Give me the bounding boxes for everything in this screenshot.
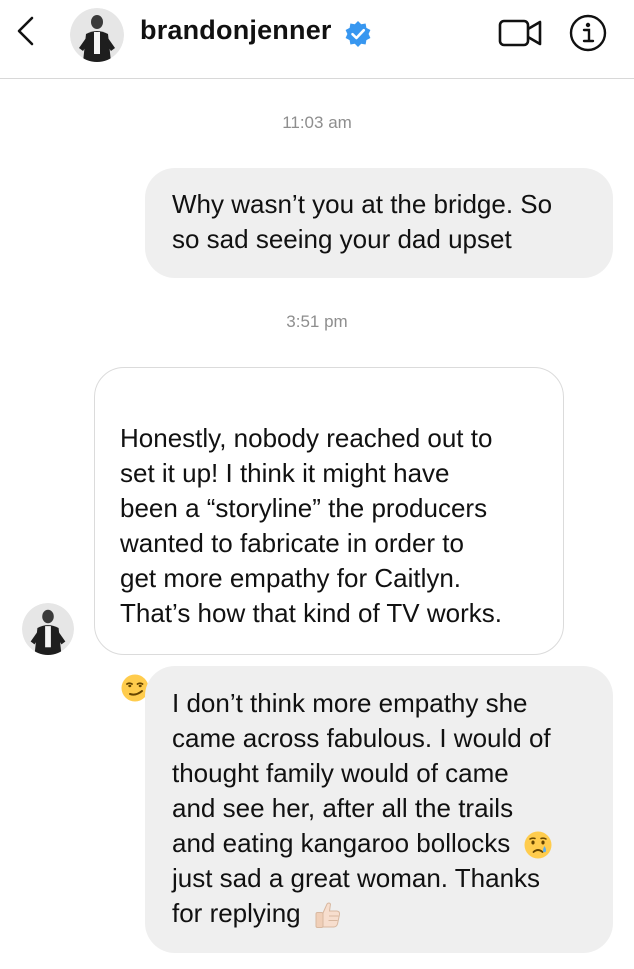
avatar-photo — [22, 603, 74, 655]
back-button[interactable] — [10, 14, 44, 48]
received-message-text: Honestly, nobody reached out to set it u… — [120, 423, 502, 628]
message-line: and eating kangaroo bollocks — [172, 828, 511, 858]
message-line-with-emoji: for replying — [172, 896, 593, 931]
message-line-with-emoji: and eating kangaroo bollocks — [172, 826, 593, 861]
sent-message[interactable]: I don’t think more empathy she came acro… — [145, 666, 613, 953]
video-call-button[interactable] — [498, 16, 544, 50]
sender-avatar[interactable] — [22, 603, 74, 655]
message-timestamp: 11:03 am — [282, 113, 352, 132]
message-line: thought family would of came — [172, 758, 509, 788]
info-button[interactable] — [568, 13, 608, 53]
message-line: came across fabulous. I would of — [172, 723, 551, 753]
profile-avatar[interactable] — [70, 8, 124, 62]
avatar-photo — [70, 8, 124, 62]
info-icon — [569, 14, 607, 52]
chat-header: brandonjenner — [0, 0, 634, 79]
sent-message[interactable]: Why wasn’t you at the bridge. So so sad … — [145, 168, 613, 278]
message-line: for replying — [172, 898, 301, 928]
received-message[interactable]: Honestly, nobody reached out to set it u… — [94, 367, 564, 702]
message-line: just sad a great woman. Thanks — [172, 863, 541, 893]
thumbs-up-emoji — [315, 902, 340, 929]
message-timestamp: 3:51 pm — [286, 312, 348, 331]
verified-badge-icon — [345, 21, 371, 47]
header-username[interactable]: brandonjenner — [140, 15, 332, 46]
chevron-left-icon — [17, 16, 34, 46]
crying-face-emoji — [524, 831, 552, 859]
message-line: I don’t think more empathy she — [172, 688, 528, 718]
video-call-icon — [498, 19, 542, 47]
message-line: and see her, after all the trails — [172, 793, 514, 823]
